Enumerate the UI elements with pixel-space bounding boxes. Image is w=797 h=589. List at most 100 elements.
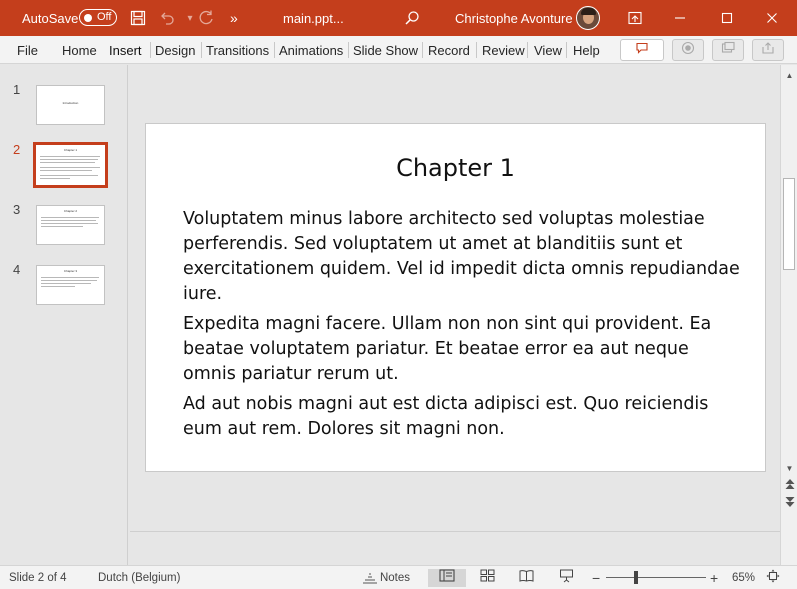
fit-to-window-button[interactable] — [764, 569, 782, 587]
redo-icon[interactable] — [196, 8, 216, 28]
present-icon — [721, 41, 735, 60]
share-button[interactable] — [752, 39, 784, 61]
slide-sorter-button[interactable] — [477, 569, 497, 587]
normal-view-icon — [439, 569, 455, 587]
slide-title[interactable]: Chapter 1 — [146, 154, 765, 182]
zoom-out-button[interactable]: − — [592, 566, 600, 589]
avatar[interactable] — [576, 6, 600, 30]
tab-animations[interactable]: Animations — [279, 36, 343, 64]
thumbnail-title: Chapter 1 — [63, 148, 78, 152]
save-icon[interactable] — [128, 8, 148, 28]
body-paragraph[interactable]: Voluptatem minus labore architecto sed v… — [183, 207, 743, 307]
reading-view-icon — [519, 569, 534, 587]
notes-label: Notes — [379, 572, 411, 584]
tab-view[interactable]: View — [534, 36, 562, 64]
menu-divider — [150, 42, 151, 58]
document-name[interactable]: main.ppt... — [283, 0, 344, 36]
body-paragraph[interactable]: Expedita magni facere. Ullam non non sin… — [183, 312, 743, 387]
slide-show-button[interactable] — [556, 569, 576, 587]
overflow-icon[interactable]: » — [230, 0, 238, 36]
reading-view-button[interactable] — [516, 569, 536, 587]
scroll-up-icon[interactable]: ▲ — [783, 69, 796, 81]
ribbon-display-icon[interactable] — [625, 8, 645, 28]
thumbnail-number: 3 — [13, 202, 21, 217]
notes-button[interactable]: Notes — [360, 569, 412, 587]
notes-icon — [362, 572, 378, 584]
scrollbar-thumb[interactable] — [783, 178, 795, 270]
minimize-icon[interactable] — [670, 8, 690, 28]
tab-help[interactable]: Help — [573, 36, 600, 64]
zoom-slider-thumb[interactable] — [634, 571, 638, 584]
comment-icon — [635, 41, 649, 59]
status-bar: Slide 2 of 4 Dutch (Belgium) Notes − + 6… — [0, 565, 797, 589]
zoom-level[interactable]: 65% — [732, 566, 755, 589]
next-slide-icon[interactable] — [783, 495, 796, 507]
record-icon — [681, 41, 695, 60]
record-button[interactable] — [672, 39, 704, 61]
tab-transitions[interactable]: Transitions — [206, 36, 269, 64]
slide-thumbnail-4[interactable]: Chapter 3 — [36, 265, 105, 305]
slide-counter[interactable]: Slide 2 of 4 — [9, 566, 67, 589]
user-name[interactable]: Christophe Avonture — [455, 0, 573, 36]
menu-divider — [348, 42, 349, 58]
tab-review[interactable]: Review — [482, 36, 525, 64]
slide-thumbnail-2[interactable]: Chapter 1 — [33, 142, 108, 188]
menu-divider — [274, 42, 275, 58]
thumbnail-text-line — [40, 167, 100, 168]
slide-sorter-icon — [480, 569, 495, 587]
maximize-icon[interactable] — [717, 8, 737, 28]
slide-body[interactable]: Voluptatem minus labore architecto sed v… — [183, 207, 743, 447]
vertical-scrollbar[interactable]: ▲ ▼ — [780, 65, 797, 565]
tab-insert[interactable]: Insert — [109, 36, 142, 64]
autosave-label: AutoSave — [22, 10, 79, 26]
thumbnail-text-line — [40, 170, 92, 171]
avatar-hair — [581, 8, 596, 15]
menu-divider — [527, 42, 528, 58]
slide-show-icon — [559, 569, 574, 588]
share-icon — [761, 41, 775, 60]
comments-button[interactable] — [620, 39, 664, 61]
thumbnail-text-line — [41, 220, 96, 221]
thumbnail-text-line — [41, 223, 98, 224]
menu-divider — [422, 42, 423, 58]
previous-slide-icon[interactable] — [783, 479, 796, 491]
normal-view-button[interactable] — [428, 569, 466, 587]
language-indicator[interactable]: Dutch (Belgium) — [98, 566, 180, 589]
thumbnail-title: Introduction — [62, 101, 79, 105]
zoom-in-button[interactable]: + — [710, 566, 718, 589]
toggle-knob — [84, 13, 92, 22]
zoom-slider-track[interactable] — [606, 577, 706, 578]
fit-to-window-icon — [766, 569, 780, 588]
body-paragraph[interactable]: Ad aut nobis magni aut est dicta adipisc… — [183, 392, 743, 442]
thumbnail-title: Chapter 3 — [63, 269, 78, 273]
undo-icon[interactable] — [157, 8, 177, 28]
autosave-toggle[interactable]: Off — [79, 9, 117, 26]
menu-divider — [201, 42, 202, 58]
thumbnail-text-line — [40, 159, 98, 160]
tab-design[interactable]: Design — [155, 36, 195, 64]
scroll-down-icon[interactable]: ▼ — [783, 462, 796, 474]
thumbnail-text-line — [41, 283, 91, 284]
tab-record[interactable]: Record — [428, 36, 470, 64]
close-icon[interactable] — [762, 8, 782, 28]
thumbnail-number: 4 — [13, 262, 21, 277]
ribbon-tabs: File Home Insert Design Transitions Anim… — [0, 36, 797, 64]
thumbnail-text-line — [40, 178, 70, 179]
tab-file[interactable]: File — [17, 36, 38, 64]
thumbnail-title: Chapter 2 — [63, 209, 78, 213]
tab-home[interactable]: Home — [62, 36, 97, 64]
autosave-state: Off — [97, 11, 112, 23]
slide-thumbnail-1[interactable]: Introduction — [36, 85, 105, 125]
thumbnail-number: 2 — [13, 142, 21, 157]
slide-canvas[interactable]: Chapter 1 Voluptatem minus labore archit… — [145, 123, 766, 472]
thumbnail-text-line — [41, 286, 75, 287]
search-icon[interactable] — [402, 8, 422, 28]
thumbnail-text-line — [41, 226, 83, 227]
tab-slide-show[interactable]: Slide Show — [353, 36, 418, 64]
thumbnail-number: 1 — [13, 82, 21, 97]
slide-thumbnail-3[interactable]: Chapter 2 — [36, 205, 105, 245]
thumbnail-text-line — [41, 277, 99, 278]
menu-divider — [476, 42, 477, 58]
present-button[interactable] — [712, 39, 744, 61]
notes-divider[interactable] — [130, 531, 780, 532]
